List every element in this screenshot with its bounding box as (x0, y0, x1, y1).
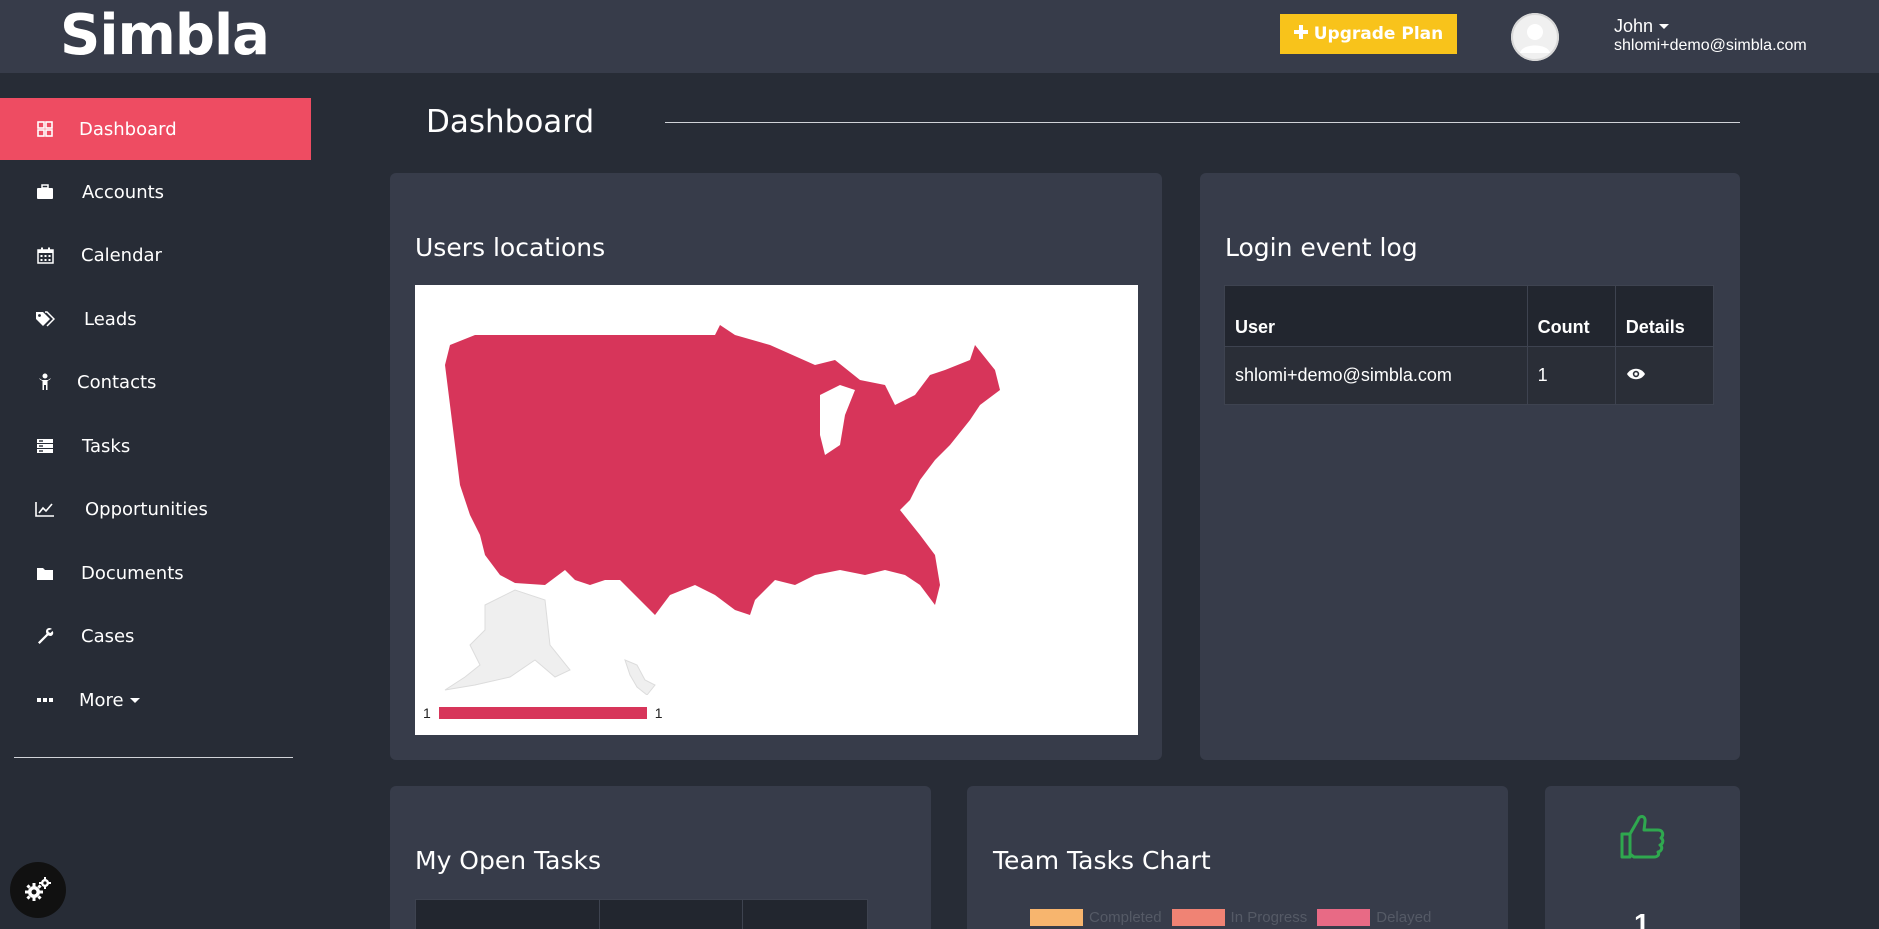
legend-min: 1 (423, 705, 431, 721)
column-header-count[interactable]: Count (1526, 285, 1616, 347)
sidebar-item-label: Documents (81, 562, 184, 584)
simbla-logo[interactable]: Simbla (60, 8, 270, 64)
legend-label: Completed (1089, 909, 1162, 926)
gears-icon (25, 877, 51, 901)
column-header-details[interactable]: Details (1614, 285, 1715, 347)
sidebar-item-label: Calendar (81, 244, 162, 266)
cell-details (1614, 346, 1715, 405)
thumbs-up-icon (1620, 812, 1666, 865)
sidebar-item-label: Leads (84, 308, 137, 330)
briefcase-icon (34, 181, 56, 203)
person-icon (34, 371, 56, 393)
sidebar-item-label: Cases (81, 625, 135, 647)
legend-label: Delayed (1376, 909, 1432, 926)
line-chart-icon (34, 498, 56, 520)
eye-icon[interactable] (1626, 367, 1646, 381)
sidebar-item-contacts[interactable]: Contacts (0, 351, 311, 413)
cell-count: 1 (1526, 346, 1616, 405)
sidebar-item-opportunities[interactable]: Opportunities (0, 478, 311, 540)
cell-user: shlomi+demo@simbla.com (1224, 346, 1528, 405)
avatar[interactable] (1511, 13, 1559, 61)
sidebar-item-accounts[interactable]: Accounts (0, 161, 311, 223)
ellipsis-icon (34, 689, 56, 711)
sidebar-item-label: Contacts (77, 371, 157, 393)
upgrade-plan-label: Upgrade Plan (1313, 24, 1444, 44)
caret-down-icon (129, 697, 140, 703)
legend-item-delayed[interactable]: Delayed (1317, 909, 1431, 926)
sidebar: Dashboard Accounts Calendar Leads Contac… (0, 73, 311, 929)
alaska-shape (444, 589, 571, 691)
login-event-log-title: Login event log (1225, 233, 1418, 262)
table-column-divider (599, 900, 600, 929)
table-column-divider (742, 900, 743, 929)
login-event-table: User Count Details shlomi+demo@simbla.co… (1224, 285, 1715, 405)
team-tasks-legend: Completed In Progress Delayed (1030, 909, 1431, 926)
legend-swatch (1030, 909, 1083, 926)
user-email: shlomi+demo@simbla.com (1614, 37, 1807, 54)
top-bar: Simbla Upgrade Plan John shlomi+demo@sim… (0, 0, 1879, 73)
user-silhouette-icon (1511, 13, 1559, 61)
sidebar-item-label: Tasks (82, 435, 131, 457)
sidebar-item-label: More (79, 689, 124, 711)
sidebar-item-documents[interactable]: Documents (0, 542, 311, 604)
tags-icon (34, 308, 56, 330)
us-map (444, 325, 1000, 695)
sidebar-item-dashboard[interactable]: Dashboard (0, 98, 311, 160)
user-name: John (1614, 16, 1654, 36)
sidebar-item-more-toggle: More (79, 690, 140, 711)
tasks-icon (34, 435, 56, 457)
contiguous-us-shape[interactable] (445, 325, 1000, 615)
legend-item-completed[interactable]: Completed (1030, 909, 1162, 926)
legend-label: In Progress (1230, 909, 1308, 926)
plus-icon (1293, 24, 1308, 44)
sidebar-item-calendar[interactable]: Calendar (0, 224, 311, 286)
upgrade-plan-button[interactable]: Upgrade Plan (1280, 14, 1457, 54)
map-legend: 1 1 (423, 705, 663, 721)
legend-swatch (1171, 909, 1225, 926)
users-locations-title: Users locations (415, 233, 606, 262)
team-tasks-chart-title: Team Tasks Chart (993, 846, 1211, 875)
legend-item-in-progress[interactable]: In Progress (1171, 909, 1308, 926)
open-tasks-table (415, 899, 868, 929)
sidebar-item-tasks[interactable]: Tasks (0, 415, 311, 477)
caret-down-icon (1659, 24, 1670, 29)
legend-swatch (1317, 909, 1371, 926)
legend-gradient-bar (438, 707, 647, 719)
sidebar-divider (14, 757, 293, 758)
hawaii-shape (624, 659, 656, 695)
sidebar-item-leads[interactable]: Leads (0, 288, 311, 350)
legend-max: 1 (654, 705, 663, 721)
users-locations-map[interactable]: 1 1 (415, 285, 1138, 735)
sidebar-item-more[interactable]: More (0, 669, 311, 731)
page-title: Dashboard (426, 104, 595, 140)
column-header-user[interactable]: User (1224, 285, 1528, 347)
dashboard-icon (34, 118, 56, 140)
wrench-icon (34, 625, 56, 647)
table-header-row: User Count Details (1224, 285, 1715, 347)
my-open-tasks-title: My Open Tasks (415, 846, 602, 875)
settings-button[interactable] (10, 862, 66, 918)
sidebar-item-cases[interactable]: Cases (0, 605, 311, 667)
calendar-icon (34, 244, 56, 266)
sidebar-item-label: Dashboard (79, 118, 177, 140)
sidebar-item-label: Opportunities (85, 498, 208, 520)
stat-value: 1 (1634, 908, 1650, 929)
table-row: shlomi+demo@simbla.com 1 (1224, 346, 1715, 405)
title-divider (665, 122, 1740, 123)
folder-icon (34, 562, 56, 584)
sidebar-item-label: Accounts (82, 181, 165, 203)
user-menu-toggle[interactable]: John (1614, 16, 1670, 37)
